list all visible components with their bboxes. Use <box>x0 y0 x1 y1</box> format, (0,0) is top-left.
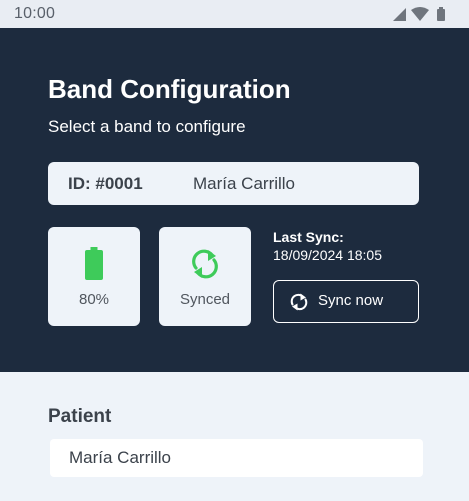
sync-icon <box>159 247 251 287</box>
last-sync-title: Last Sync: <box>273 229 344 245</box>
signal-icon <box>393 8 406 21</box>
status-bar: 10:00 <box>0 0 469 28</box>
wifi-icon <box>411 7 429 21</box>
battery-tile: 80% <box>48 227 140 326</box>
last-sync-info: Last Sync: 18/09/2024 18:05 <box>273 229 382 263</box>
patient-input[interactable] <box>50 439 423 477</box>
sync-now-button[interactable]: Sync now <box>273 280 419 323</box>
status-time: 10:00 <box>14 5 56 22</box>
band-id-label: ID: #0001 <box>68 174 143 193</box>
status-icons <box>393 7 445 21</box>
band-id-card[interactable]: ID: #0001 María Carrillo <box>48 162 419 205</box>
battery-level: 80% <box>78 291 110 308</box>
patient-label: Patient <box>48 406 112 427</box>
band-owner-name: María Carrillo <box>193 174 296 193</box>
sync-status-tile: Synced <box>159 227 251 326</box>
sync-now-label: Sync now <box>318 292 384 309</box>
page-title: Band Configuration <box>48 74 291 104</box>
last-sync-date: 18/09/2024 18:05 <box>273 247 382 263</box>
header-panel: Band Configuration Select a band to conf… <box>0 28 469 372</box>
sync-icon <box>290 293 308 311</box>
page-subtitle: Select a band to configure <box>48 117 246 136</box>
battery-icon <box>437 7 445 21</box>
sync-status-label: Synced <box>179 291 231 308</box>
battery-full-icon <box>48 247 140 287</box>
